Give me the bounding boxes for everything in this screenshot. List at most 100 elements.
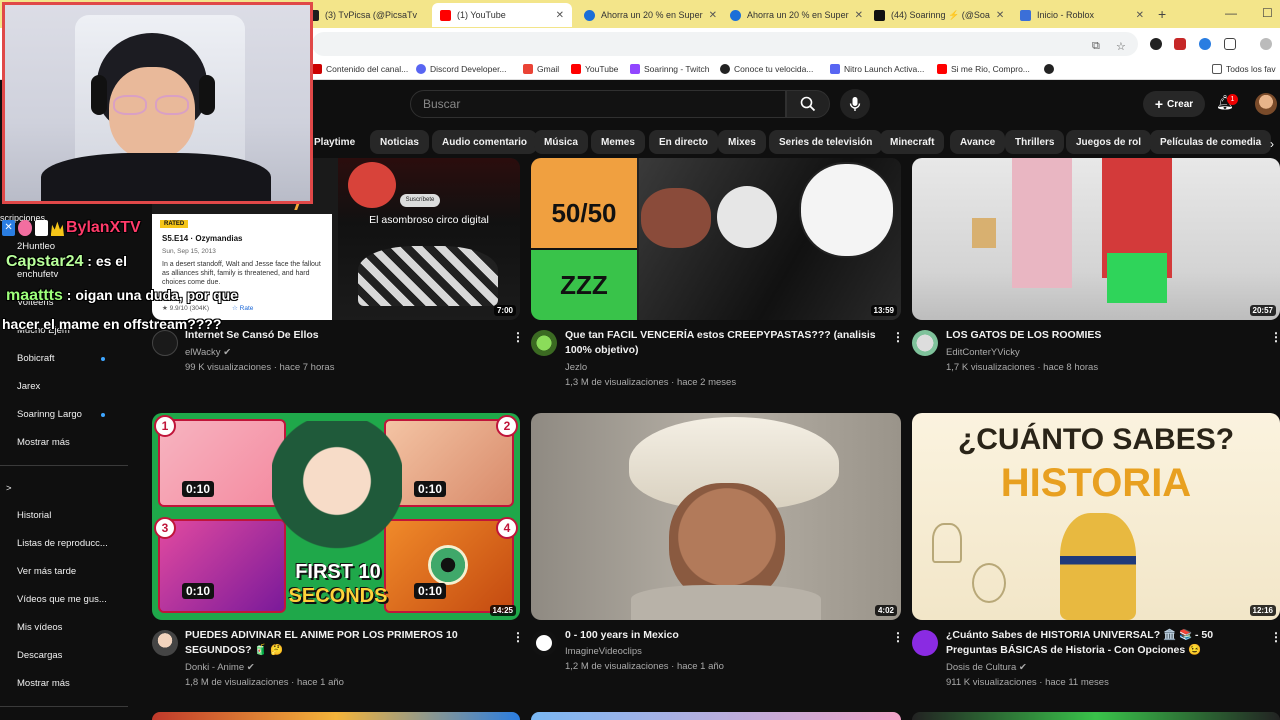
browser-tab[interactable]: Inicio - Roblox ✕ <box>1012 3 1152 27</box>
chip[interactable]: Música <box>534 130 588 154</box>
more-options-icon[interactable]: ⋮ <box>512 630 524 644</box>
bookmark-item[interactable]: Soarinng - Twitch <box>630 64 710 74</box>
browser-tab-active[interactable]: (1) YouTube ✕ <box>432 3 572 27</box>
close-tab-icon[interactable]: ✕ <box>1136 10 1144 21</box>
chip[interactable]: Audio comentario <box>432 130 538 154</box>
bookmark-star-icon[interactable]: ☆ <box>1116 40 1126 53</box>
more-options-icon[interactable]: ⋮ <box>512 330 524 344</box>
profile-icon[interactable] <box>1260 38 1272 50</box>
browser-tab[interactable]: Ahorra un 20 % en Super ✕ <box>722 3 863 27</box>
channel-name[interactable]: elWacky ✔ <box>185 347 231 358</box>
video-thumbnail[interactable]: 4:02 <box>531 413 901 620</box>
you-section-arrow-icon[interactable]: > <box>6 483 12 494</box>
channel-name[interactable]: EditConterYVicky <box>946 347 1020 358</box>
chips-next-arrow-icon[interactable]: › <box>1270 137 1274 151</box>
extension-icon[interactable] <box>1199 38 1211 50</box>
more-options-icon[interactable]: ⋮ <box>892 630 904 644</box>
maximize-button[interactable]: ☐ <box>1262 6 1273 20</box>
video-title[interactable]: 0 - 100 years in Mexico <box>565 628 885 643</box>
close-tab-icon[interactable]: ✕ <box>709 10 717 21</box>
channel-avatar[interactable] <box>152 330 178 356</box>
video-title[interactable]: PUEDES ADIVINAR EL ANIME POR LOS PRIMERO… <box>185 628 505 658</box>
new-tab-button[interactable]: + <box>1158 6 1166 22</box>
chip[interactable]: Series de televisión <box>769 130 883 154</box>
cat-shape <box>972 218 996 248</box>
chip[interactable]: Juegos de rol <box>1066 130 1152 154</box>
chip[interactable]: Mixes <box>718 130 766 154</box>
browser-tab[interactable]: (44) Soarinng ⚡ (@Soa ✕ <box>866 3 1006 27</box>
sidebar-sub[interactable]: 2Huntleo <box>17 241 55 252</box>
channel-avatar[interactable] <box>152 630 178 656</box>
video-duration: 20:57 <box>1249 305 1276 316</box>
video-title[interactable]: ¿Cuánto Sabes de HISTORIA UNIVERSAL? 🏛️ … <box>946 628 1266 658</box>
chip[interactable]: Minecraft <box>880 130 945 154</box>
video-thumbnail-partial[interactable] <box>152 712 520 720</box>
bookmark-item[interactable]: Discord Developer... <box>416 64 507 74</box>
browser-tab[interactable]: Ahorra un 20 % en Super ✕ <box>576 3 717 27</box>
video-title[interactable]: Internet Se Cansó De Ellos <box>185 328 505 343</box>
more-options-icon[interactable]: ⋮ <box>892 330 904 344</box>
chip[interactable]: En directo <box>649 130 718 154</box>
account-avatar[interactable] <box>1255 93 1277 115</box>
bookmark-item[interactable] <box>1044 64 1054 74</box>
chip[interactable]: Memes <box>591 130 645 154</box>
video-thumbnail[interactable]: 50/50 ZZZ 13:59 <box>531 158 901 320</box>
bookmark-item[interactable]: Nitro Launch Activa... <box>830 64 924 74</box>
extension-icon[interactable] <box>1174 38 1186 50</box>
sidebar-item-downloads[interactable]: Descargas <box>17 650 62 661</box>
bookmark-item[interactable]: Contenido del canal... <box>312 64 408 74</box>
sidebar-item-my-videos[interactable]: Mis vídeos <box>17 622 62 633</box>
chip[interactable]: Películas de comedia <box>1150 130 1272 154</box>
more-options-icon[interactable]: ⋮ <box>1270 630 1280 644</box>
channel-avatar[interactable] <box>531 330 557 356</box>
minimize-button[interactable]: — <box>1225 6 1237 20</box>
sidebar-item-history[interactable]: Historial <box>17 510 51 521</box>
all-bookmarks-folder[interactable]: Todos los fav <box>1212 64 1276 74</box>
close-tab-icon[interactable]: ✕ <box>556 10 564 21</box>
video-thumbnail[interactable]: 20:57 <box>912 158 1280 320</box>
bookmark-item[interactable]: Conoce tu velocida... <box>720 64 813 74</box>
address-bar[interactable]: ⧉ ☆ <box>312 32 1138 56</box>
chat-username: BylanXTV <box>66 219 141 236</box>
chip[interactable]: Avance <box>950 130 1006 154</box>
video-thumbnail-partial[interactable] <box>912 712 1280 720</box>
close-tab-icon[interactable]: ✕ <box>855 10 863 21</box>
video-thumbnail[interactable]: ¿CUÁNTO SABES? HISTORIA 12:16 <box>912 413 1280 620</box>
channel-name[interactable]: Jezlo <box>565 362 587 373</box>
puzzle-extensions-icon[interactable] <box>1224 38 1236 50</box>
video-title[interactable]: LOS GATOS DE LOS ROOMIES <box>946 328 1246 343</box>
voice-search-button[interactable] <box>840 89 870 119</box>
rate-button[interactable]: ☆ Rate <box>232 304 253 312</box>
channel-avatar[interactable] <box>912 330 938 356</box>
install-app-icon[interactable]: ⧉ <box>1092 40 1100 53</box>
sidebar-show-more[interactable]: Mostrar más <box>17 678 70 689</box>
browser-tab[interactable]: (3) TvPicsa (@PicsaTv) / X <box>300 3 428 27</box>
bookmark-item[interactable]: YouTube <box>571 64 618 74</box>
sidebar-show-more[interactable]: Mostrar más <box>17 437 70 448</box>
sidebar-sub[interactable]: Soarinng Largo <box>17 409 82 420</box>
chip[interactable]: Thrillers <box>1005 130 1065 154</box>
extension-icon[interactable] <box>1150 38 1162 50</box>
create-button[interactable]: + Crear <box>1143 91 1205 117</box>
channel-avatar[interactable] <box>531 630 557 656</box>
close-tab-icon[interactable]: ✕ <box>996 10 1004 21</box>
episode-rating: ★ 9.9/10 (304K) <box>162 305 210 312</box>
search-input[interactable]: Buscar <box>410 90 786 118</box>
sidebar-item-playlists[interactable]: Listas de reproducc... <box>17 538 108 549</box>
channel-name[interactable]: Dosis de Cultura ✔ <box>946 662 1027 673</box>
video-thumbnail-partial[interactable] <box>531 712 901 720</box>
bookmark-item[interactable]: Si me Rio, Compro... <box>937 64 1030 74</box>
sidebar-item-liked-videos[interactable]: Vídeos que me gus... <box>17 594 107 605</box>
sidebar-sub[interactable]: Bobicraft <box>17 353 55 364</box>
search-button[interactable] <box>786 90 830 118</box>
video-thumbnail[interactable]: 1 2 3 4 0:10 0:10 0:10 0:10 FIRST 10 SEC… <box>152 413 520 620</box>
channel-name[interactable]: ImagineVideoclips <box>565 646 642 657</box>
channel-name[interactable]: Donki - Anime ✔ <box>185 662 255 673</box>
sidebar-item-watch-later[interactable]: Ver más tarde <box>17 566 76 577</box>
sidebar-sub[interactable]: Jarex <box>17 381 40 392</box>
more-options-icon[interactable]: ⋮ <box>1270 330 1280 344</box>
channel-avatar[interactable] <box>912 630 938 656</box>
chip[interactable]: Noticias <box>370 130 429 154</box>
video-title[interactable]: Que tan FACIL VENCERÍA estos CREEPYPASTA… <box>565 328 885 358</box>
bookmark-item[interactable]: Gmail <box>523 64 559 74</box>
